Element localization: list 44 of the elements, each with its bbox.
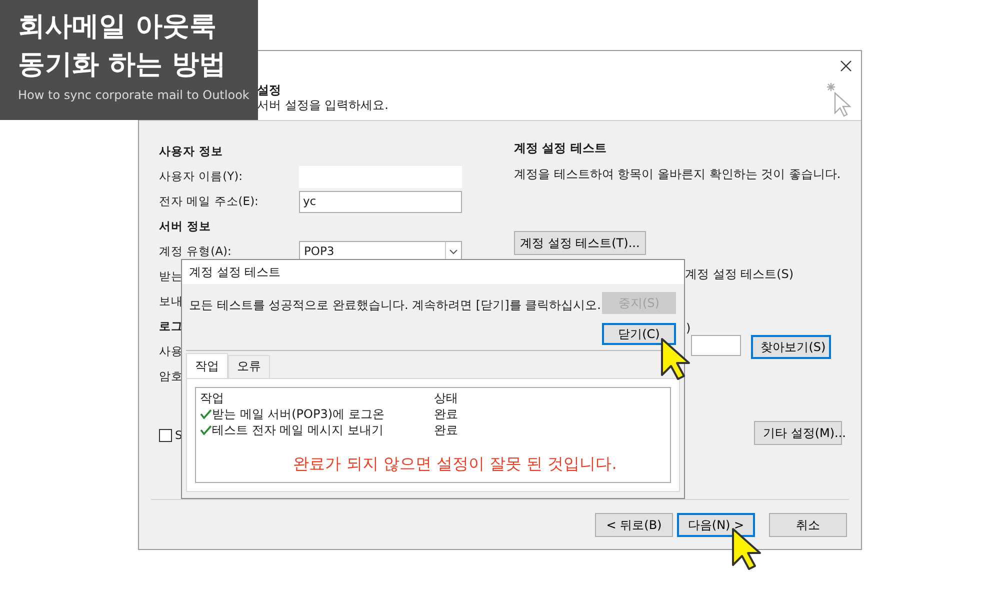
status-message: 모든 테스트를 성공적으로 완료했습니다. 계속하려면 [닫기]를 클릭하십시오.: [189, 297, 601, 314]
footer-button[interactable]: < 뒤로(B): [595, 512, 673, 536]
cursor-icon: [731, 527, 761, 571]
footer-button[interactable]: 다음(N) >: [677, 512, 755, 536]
banner-title: 회사메일 아웃룩: [18, 10, 218, 44]
section-heading: 계정 설정 테스트: [514, 140, 608, 157]
paren-text: ): [686, 320, 691, 337]
field-label: 사용: [159, 342, 183, 360]
header-title: 설정: [257, 83, 282, 98]
task-status: 완료: [434, 406, 459, 423]
dialog-button[interactable]: 닫기(C): [602, 323, 676, 345]
header-subtitle: 서버 설정을 입력하세요.: [257, 98, 390, 113]
tab[interactable]: 오류: [228, 355, 270, 378]
close-icon[interactable]: [839, 59, 853, 73]
checkbox[interactable]: [159, 429, 172, 442]
input-field[interactable]: [690, 335, 741, 356]
section-heading: 사용자 정보: [159, 142, 224, 160]
field-label: 받는: [159, 268, 183, 285]
task-name: 받는 메일 서버(POP3)에 로그온: [212, 406, 384, 423]
dialog-title: 계정 설정 테스트: [182, 260, 684, 284]
description-text: 계정을 테스트하여 항목이 올바른지 확인하는 것이 좋습니다.: [514, 166, 842, 183]
field-label: 사용자 이름(Y):: [159, 168, 243, 185]
banner-title: 동기화 하는 방법: [18, 48, 227, 82]
footer-button[interactable]: 취소: [769, 512, 847, 536]
task-status: 완료: [434, 422, 459, 439]
field-label: 암호: [159, 368, 183, 385]
banner-subtitle: How to sync corporate mail to Outlook: [18, 87, 250, 104]
field-label: 전자 메일 주소(E):: [159, 192, 258, 210]
column-header: 작업: [200, 390, 225, 407]
field-label: 계정 유형(A):: [159, 242, 232, 260]
section-heading: 로그: [159, 318, 183, 335]
caret-icon: [449, 248, 458, 254]
field-label: 보내: [159, 292, 183, 310]
section-heading: 서버 정보: [159, 218, 212, 235]
task-name: 테스트 전자 메일 메시지 보내기: [212, 422, 384, 439]
column-header: 상태: [434, 390, 459, 407]
tab[interactable]: 작업: [186, 353, 228, 378]
input-field[interactable]: yc: [299, 190, 462, 212]
checkbox-label: 계정 설정 테스트(S): [685, 266, 794, 283]
cursor-icon: [660, 337, 690, 381]
cursor-icon: [825, 81, 851, 117]
browse-button[interactable]: 찾아보기(S): [750, 335, 831, 359]
test-button[interactable]: 계정 설정 테스트(T)...: [514, 231, 646, 255]
annotation-text: 완료가 되지 않으면 설정이 잘못 된 것입니다.: [292, 453, 618, 475]
